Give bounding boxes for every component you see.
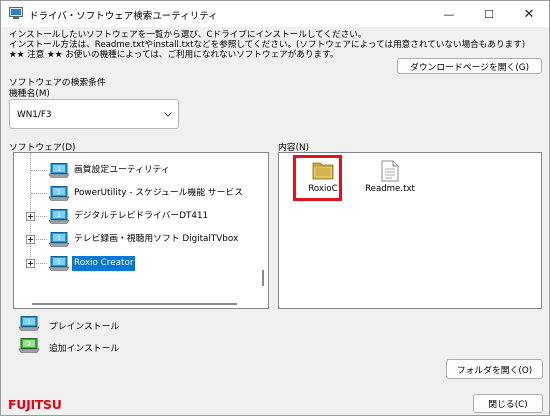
app-icon: [9, 7, 23, 19]
tree-item-label: Roxio Creator: [72, 256, 136, 271]
model-name-label: 機種名(M): [9, 89, 50, 99]
svg-text:1: 1: [57, 166, 61, 173]
tree-item[interactable]: 1 PowerUtility - スケジュール機能 サービス: [14, 183, 254, 203]
minimize-button[interactable]: —: [429, 1, 469, 27]
tree-item[interactable]: 1 テレビ録画・視聴用ソフト DigitalTVbox: [14, 229, 254, 249]
tree-item-label: 画質設定ユーティリティ: [74, 165, 170, 175]
preinstall-icon: 1: [48, 256, 70, 271]
svg-text:2: 2: [27, 341, 31, 348]
tree-item[interactable]: 1 画質設定ユーティリティ: [14, 160, 254, 180]
close-button[interactable]: 閉じる(C): [473, 394, 543, 413]
file-item-readme[interactable]: Readme.txt: [360, 156, 420, 200]
preinstall-icon: 1: [48, 186, 70, 201]
tree-item-label: テレビ録画・視聴用ソフト DigitalTVbox: [74, 234, 239, 244]
tree-item-label: PowerUtility - スケジュール機能 サービス: [74, 188, 243, 198]
preinstall-icon: 1: [48, 232, 70, 247]
fujitsu-logo: FUJITSU: [8, 397, 62, 412]
legend-preinstall-label: プレインストール: [49, 322, 120, 332]
vertical-scrollbar[interactable]: [262, 270, 264, 286]
svg-text:1: 1: [57, 212, 61, 219]
tree-item[interactable]: 1 デジタルテレビドライバーDT411: [14, 206, 254, 226]
info-text-line-3: ★★ 注意 ★★ お使いの機種によっては、ご利用になれないソフトウェアがあります…: [9, 50, 339, 60]
open-download-page-button[interactable]: ダウンロードページを開く(G): [397, 58, 542, 74]
tree-item-label: デジタルテレビドライバーDT411: [74, 211, 209, 221]
title-bar[interactable]: ドライバ・ソフトウェア検索ユーティリティ — ☐ ✕: [1, 1, 549, 27]
file-name: Readme.txt: [365, 184, 415, 194]
software-tree[interactable]: 1 画質設定ユーティリティ 1 PowerUtility - スケジュール機能 …: [13, 152, 269, 309]
expand-icon[interactable]: [26, 212, 35, 221]
svg-text:1: 1: [27, 319, 31, 326]
open-folder-button[interactable]: フォルダを開く(O): [446, 359, 543, 379]
svg-text:1: 1: [57, 189, 61, 196]
tree-item-selected[interactable]: 1 Roxio Creator: [14, 253, 254, 273]
model-name-select[interactable]: WN1/F3: [9, 99, 179, 129]
chevron-down-icon: [164, 112, 172, 117]
model-name-value: WN1/F3: [17, 110, 52, 120]
highlight-annotation: [293, 155, 342, 201]
utility-window: ドライバ・ソフトウェア検索ユーティリティ — ☐ ✕ インストールしたいソフトウ…: [0, 0, 550, 416]
svg-text:1: 1: [57, 235, 61, 242]
preinstall-icon: 1: [18, 316, 40, 331]
horizontal-scrollbar[interactable]: [32, 303, 237, 305]
additional-install-icon: 2: [18, 338, 40, 353]
legend-additional-label: 追加インストール: [49, 344, 120, 354]
close-window-button[interactable]: ✕: [509, 1, 549, 27]
expand-icon[interactable]: [26, 259, 35, 268]
preinstall-icon: 1: [48, 163, 70, 178]
window-title: ドライバ・ソフトウェア検索ユーティリティ: [29, 11, 218, 22]
svg-text:1: 1: [57, 259, 61, 266]
preinstall-icon: 1: [48, 209, 70, 224]
maximize-button[interactable]: ☐: [469, 1, 509, 27]
text-file-icon: [381, 160, 399, 182]
expand-icon[interactable]: [26, 235, 35, 244]
